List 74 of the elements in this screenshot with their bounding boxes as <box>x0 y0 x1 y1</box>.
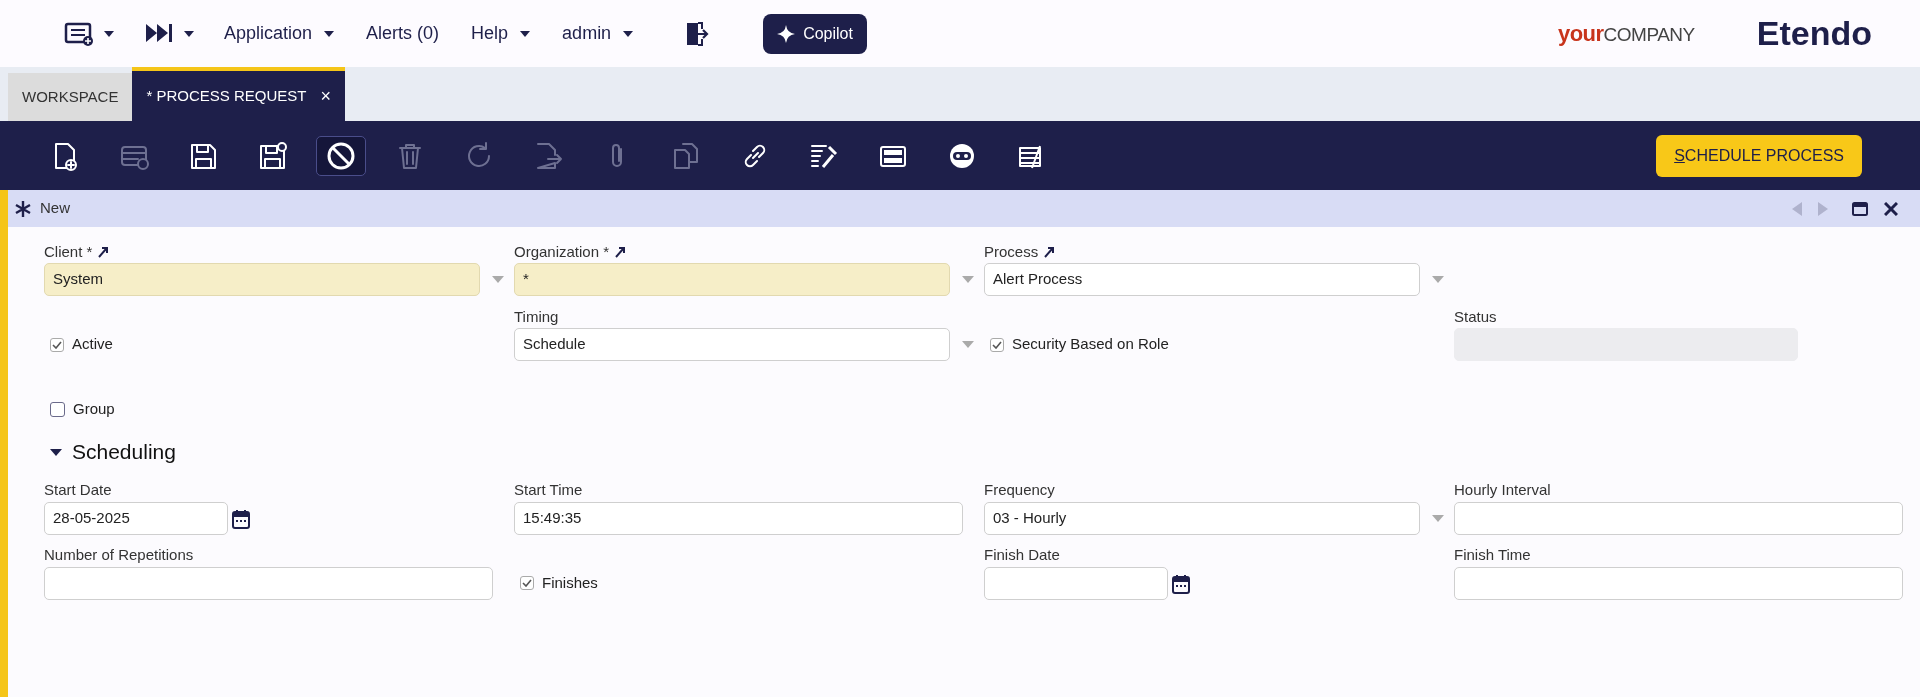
list-icon <box>64 20 94 47</box>
sparkle-icon <box>777 24 796 43</box>
field-label: Number of Repetitions <box>44 545 194 566</box>
next-icon <box>1818 202 1828 217</box>
text-field[interactable] <box>1454 501 1903 535</box>
checkbox-label: Finishes <box>542 572 598 593</box>
field-label: Status <box>1454 306 1497 327</box>
caret-icon <box>104 30 114 37</box>
cancel-icon <box>326 140 356 171</box>
tab[interactable]: WORKSPACE <box>8 73 133 121</box>
close-icon <box>1884 202 1898 217</box>
dropdown-field[interactable]: Alert Process <box>984 263 1420 296</box>
field-label: Start Date <box>44 480 112 501</box>
menu-item[interactable]: Alerts (0) <box>360 16 446 51</box>
check-icon <box>52 340 62 349</box>
dropdown-field[interactable]: * <box>514 263 950 296</box>
caret-icon <box>623 30 634 37</box>
checkbox[interactable] <box>50 402 65 417</box>
text-field[interactable] <box>44 566 493 600</box>
save-close-icon <box>257 140 287 171</box>
checkbox-label: Active <box>72 334 113 355</box>
brand-logo: Etendo <box>1756 13 1872 54</box>
field-label: Frequency <box>984 480 1055 501</box>
field-label: Finish Time <box>1454 545 1531 566</box>
dropdown-arrow-icon <box>492 276 504 283</box>
caret-icon <box>324 30 335 37</box>
checkbox[interactable] <box>50 337 64 352</box>
dropdown-field[interactable]: 03 - Hourly <box>984 501 1420 535</box>
field-label: Hourly Interval <box>1454 480 1551 501</box>
schedule-process-button[interactable]: SCHEDULE PROCESS <box>1656 134 1862 177</box>
caret-icon <box>184 30 194 37</box>
maximize-icon <box>1852 202 1868 217</box>
dropdown-arrow-icon <box>962 276 974 283</box>
record-title: New <box>40 198 70 219</box>
calendar-icon <box>232 508 250 529</box>
logout-icon <box>685 20 710 47</box>
menu-item[interactable]: Help <box>465 16 537 51</box>
text-field[interactable] <box>1454 566 1903 600</box>
text-field[interactable]: 15:49:35 <box>514 501 963 535</box>
caret-icon <box>520 30 531 37</box>
checkbox[interactable] <box>990 337 1004 352</box>
calendar-icon <box>1172 573 1190 594</box>
dropdown-arrow-icon <box>962 341 974 348</box>
field-label: Finish Date <box>984 545 1060 566</box>
dropdown-field[interactable]: Schedule <box>514 328 950 361</box>
checkbox[interactable] <box>520 576 534 590</box>
link-arrow-icon <box>615 246 626 258</box>
copy-icon <box>671 140 701 171</box>
dropdown-arrow-icon <box>1432 276 1444 283</box>
close-button[interactable]: × <box>320 82 331 110</box>
copilot-button[interactable]: Copilot <box>763 13 867 54</box>
field-label: Client * <box>44 241 93 262</box>
previous-icon <box>1792 202 1802 217</box>
field-label: Start Time <box>514 480 583 501</box>
link-arrow-icon <box>1044 246 1055 258</box>
section-header[interactable]: Scheduling <box>50 436 176 468</box>
checkbox-label: Group <box>73 399 115 420</box>
check-icon <box>992 340 1002 349</box>
asterisk-icon <box>14 199 32 218</box>
dropdown-arrow-icon <box>1432 514 1444 522</box>
dropdown-field[interactable]: System <box>44 263 480 296</box>
field-label: Timing <box>514 306 559 327</box>
date-field[interactable] <box>984 566 1168 600</box>
menu-item[interactable]: Application <box>218 16 341 51</box>
link-arrow-icon <box>98 246 109 258</box>
date-field[interactable]: 28-05-2025 <box>44 501 228 535</box>
toolbar-button[interactable] <box>316 135 366 176</box>
menu-item[interactable]: admin <box>556 16 640 51</box>
checkbox-label: Security Based on Role <box>1012 334 1169 355</box>
tab[interactable]: * PROCESS REQUEST × <box>132 67 345 121</box>
field-label: Process <box>984 241 1039 262</box>
company-logo: yourCOMPANY <box>1557 20 1695 48</box>
field-label: Organization * <box>514 241 610 262</box>
check-icon <box>522 579 532 587</box>
